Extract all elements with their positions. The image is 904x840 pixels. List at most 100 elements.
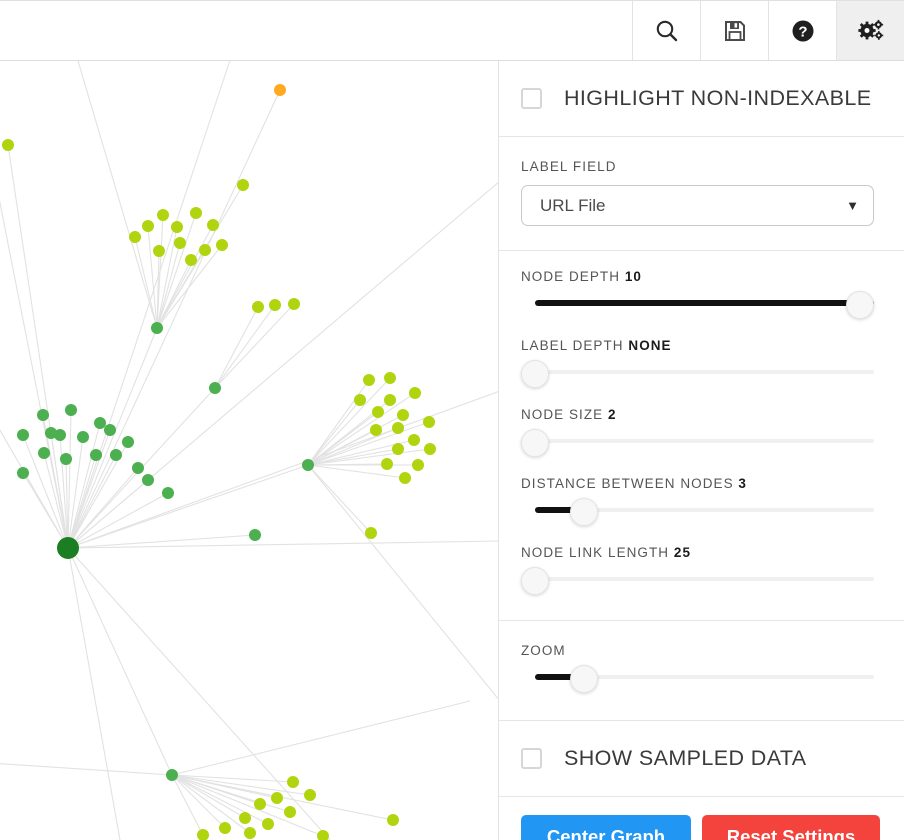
graph-node[interactable] xyxy=(354,394,366,406)
node-link-length-slider[interactable] xyxy=(521,564,874,595)
graph-node[interactable] xyxy=(65,404,77,416)
node-size-track[interactable] xyxy=(535,439,874,443)
search-button[interactable] xyxy=(632,1,700,60)
graph-node[interactable] xyxy=(2,139,14,151)
graph-node[interactable] xyxy=(219,822,231,834)
settings-button[interactable] xyxy=(836,1,904,60)
graph-node[interactable] xyxy=(363,374,375,386)
distance-between-nodes-thumb[interactable] xyxy=(569,498,598,526)
graph-node[interactable] xyxy=(254,798,266,810)
graph-node[interactable] xyxy=(54,429,66,441)
graph-node[interactable] xyxy=(132,462,144,474)
node-size-value: 2 xyxy=(608,407,617,422)
graph-node[interactable] xyxy=(185,254,197,266)
graph-node[interactable] xyxy=(392,422,404,434)
graph-node[interactable] xyxy=(197,829,209,840)
graph-node[interactable] xyxy=(287,776,299,788)
graph-node[interactable] xyxy=(174,237,186,249)
graph-node[interactable] xyxy=(384,394,396,406)
graph-node[interactable] xyxy=(244,827,256,839)
label-field-select[interactable]: URL File ▼ xyxy=(521,185,874,226)
graph-node[interactable] xyxy=(190,207,202,219)
center-graph-button[interactable]: Center Graph xyxy=(521,815,691,840)
graph-node[interactable] xyxy=(249,529,261,541)
graph-node[interactable] xyxy=(262,818,274,830)
show-sampled-data-toggle[interactable]: SHOW SAMPLED DATA xyxy=(499,721,904,796)
graph-node[interactable] xyxy=(209,382,221,394)
graph-canvas[interactable] xyxy=(0,61,500,840)
node-size-slider[interactable] xyxy=(521,426,874,457)
graph-node[interactable] xyxy=(122,436,134,448)
graph-node[interactable] xyxy=(387,814,399,826)
graph-node[interactable] xyxy=(157,209,169,221)
node-link-length-thumb[interactable] xyxy=(521,567,549,595)
graph-node[interactable] xyxy=(237,179,249,191)
zoom-thumb[interactable] xyxy=(569,665,598,693)
graph-node[interactable] xyxy=(274,84,286,96)
graph-node[interactable] xyxy=(104,424,116,436)
graph-node[interactable] xyxy=(171,221,183,233)
graph-node[interactable] xyxy=(381,458,393,470)
graph-node[interactable] xyxy=(284,806,296,818)
graph-node[interactable] xyxy=(166,769,178,781)
graph-node[interactable] xyxy=(365,527,377,539)
label-depth-thumb[interactable] xyxy=(521,360,549,388)
graph-node[interactable] xyxy=(370,424,382,436)
graph-node[interactable] xyxy=(302,459,314,471)
label-depth-slider[interactable] xyxy=(521,357,874,388)
zoom-slider[interactable] xyxy=(521,662,874,693)
node-size-thumb[interactable] xyxy=(521,429,549,457)
show-sampled-data-checkbox[interactable] xyxy=(521,748,542,769)
graph-node[interactable] xyxy=(423,416,435,428)
graph-node[interactable] xyxy=(142,474,154,486)
graph-node[interactable] xyxy=(199,244,211,256)
graph-node[interactable] xyxy=(384,372,396,384)
distance-between-nodes-slider[interactable] xyxy=(521,495,874,526)
label-depth-group: LABEL DEPTH NONE xyxy=(521,338,874,388)
graph-nodes[interactable] xyxy=(2,84,436,840)
graph-node[interactable] xyxy=(17,429,29,441)
graph-node[interactable] xyxy=(424,443,436,455)
graph-node[interactable] xyxy=(412,459,424,471)
graph-node[interactable] xyxy=(17,467,29,479)
graph-node[interactable] xyxy=(288,298,300,310)
graph-node[interactable] xyxy=(216,239,228,251)
graph-node[interactable] xyxy=(397,409,409,421)
node-depth-value: 10 xyxy=(624,269,642,284)
graph-node[interactable] xyxy=(408,434,420,446)
graph-node-link-diagram[interactable] xyxy=(0,61,500,840)
graph-node[interactable] xyxy=(142,220,154,232)
graph-node[interactable] xyxy=(162,487,174,499)
help-button[interactable]: ? xyxy=(768,1,836,60)
graph-node[interactable] xyxy=(252,301,264,313)
graph-node[interactable] xyxy=(90,449,102,461)
reset-settings-button[interactable]: Reset Settings xyxy=(702,815,880,840)
graph-node[interactable] xyxy=(409,387,421,399)
graph-node[interactable] xyxy=(38,447,50,459)
graph-node[interactable] xyxy=(60,453,72,465)
graph-node[interactable] xyxy=(271,792,283,804)
graph-node[interactable] xyxy=(399,472,411,484)
graph-node[interactable] xyxy=(153,245,165,257)
graph-node[interactable] xyxy=(110,449,122,461)
graph-node[interactable] xyxy=(77,431,89,443)
graph-node[interactable] xyxy=(372,406,384,418)
graph-node[interactable] xyxy=(94,417,106,429)
graph-node[interactable] xyxy=(317,830,329,840)
highlight-non-indexable-checkbox[interactable] xyxy=(521,88,542,109)
node-depth-thumb[interactable] xyxy=(846,291,874,319)
graph-node[interactable] xyxy=(129,231,141,243)
graph-node[interactable] xyxy=(269,299,281,311)
label-depth-track[interactable] xyxy=(535,370,874,374)
node-link-length-track[interactable] xyxy=(535,577,874,581)
graph-node[interactable] xyxy=(304,789,316,801)
graph-node[interactable] xyxy=(37,409,49,421)
graph-node[interactable] xyxy=(151,322,163,334)
save-button[interactable] xyxy=(700,1,768,60)
graph-node[interactable] xyxy=(392,443,404,455)
graph-node[interactable] xyxy=(207,219,219,231)
graph-node[interactable] xyxy=(57,537,79,559)
node-depth-slider[interactable] xyxy=(521,288,874,319)
graph-node[interactable] xyxy=(239,812,251,824)
highlight-non-indexable-toggle[interactable]: HIGHLIGHT NON-INDEXABLE xyxy=(499,61,904,136)
